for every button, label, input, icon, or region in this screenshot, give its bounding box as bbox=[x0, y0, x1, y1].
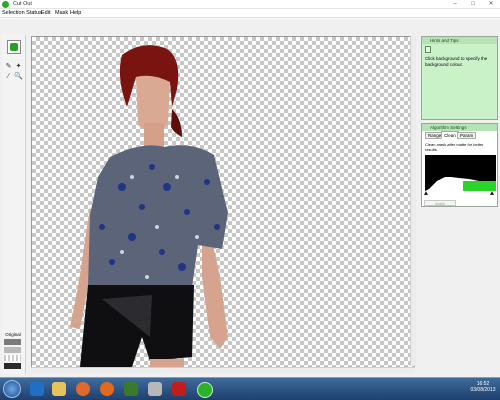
image-canvas[interactable] bbox=[31, 36, 415, 372]
tab-param[interactable]: Param bbox=[457, 132, 477, 139]
folder-icon[interactable] bbox=[52, 382, 66, 396]
close-button[interactable]: ✕ bbox=[482, 0, 500, 8]
hint-icon bbox=[425, 46, 431, 53]
hints-panel-body: Click background to specify the backgrou… bbox=[422, 44, 497, 119]
algorithm-panel-body: Range Clean Param Clean mask after matte… bbox=[422, 131, 497, 206]
taskbar: 16:52 03/08/2013 bbox=[0, 377, 500, 400]
clock: 16:52 03/08/2013 bbox=[470, 381, 496, 393]
lasso-icon[interactable]: ✦ bbox=[14, 62, 23, 71]
acrobat-icon[interactable] bbox=[172, 382, 186, 396]
window-title: Cut Out bbox=[13, 1, 32, 7]
apply-button[interactable]: Apply bbox=[424, 200, 456, 206]
menu-edit[interactable]: Edit bbox=[41, 10, 50, 16]
menu-bar: Selection Status Edit Mask Help bbox=[0, 9, 500, 18]
minimize-button[interactable]: – bbox=[446, 0, 464, 8]
left-toolbar: ✎ ✦ ∕ 🔍 Original bbox=[2, 34, 26, 374]
view-transparent-swatch[interactable] bbox=[4, 355, 21, 361]
hints-panel: Hints and Tips Click background to speci… bbox=[421, 36, 498, 120]
clock-date: 03/08/2013 bbox=[470, 387, 496, 393]
cutout-taskbar-icon[interactable] bbox=[197, 382, 213, 398]
start-button-icon[interactable] bbox=[3, 380, 21, 398]
title-bar: Cut Out – □ ✕ bbox=[0, 0, 500, 9]
status-label: Original bbox=[5, 332, 21, 337]
low-threshold-slider[interactable] bbox=[424, 191, 428, 195]
cutout-subject-image bbox=[70, 45, 228, 371]
menu-mask[interactable]: Mask bbox=[55, 10, 68, 16]
high-threshold-slider[interactable] bbox=[490, 191, 494, 195]
maximize-button[interactable]: □ bbox=[464, 0, 482, 8]
menu-selection-status[interactable]: Selection Status bbox=[2, 10, 42, 16]
app-logo-icon bbox=[2, 1, 9, 8]
histogram-graph bbox=[425, 177, 496, 191]
zoom-icon[interactable]: 🔍 bbox=[14, 72, 23, 81]
algorithm-panel: Algorithm Settings Range Clean Param Cle… bbox=[421, 123, 498, 207]
pen-icon[interactable]: ✎ bbox=[4, 62, 13, 71]
firefox-icon[interactable] bbox=[100, 382, 114, 396]
hint-text: Click background to specify the backgrou… bbox=[425, 56, 488, 67]
app-icon[interactable] bbox=[124, 382, 138, 396]
view-mask-swatch[interactable] bbox=[4, 347, 21, 353]
select-background-tool[interactable] bbox=[7, 40, 21, 54]
vertical-scrollbar[interactable] bbox=[410, 36, 416, 366]
horizontal-scrollbar[interactable] bbox=[31, 367, 415, 373]
view-original-swatch[interactable] bbox=[4, 339, 21, 345]
view-dark-swatch[interactable] bbox=[4, 363, 21, 369]
checker-green-icon bbox=[10, 43, 18, 51]
ie-icon[interactable] bbox=[30, 382, 44, 396]
media-player-icon[interactable] bbox=[76, 382, 90, 396]
brush-icon[interactable]: ∕ bbox=[4, 72, 13, 81]
menu-help[interactable]: Help bbox=[70, 10, 81, 16]
histogram bbox=[425, 155, 496, 191]
hints-panel-header: Hints and Tips bbox=[422, 37, 497, 44]
algorithm-panel-header: Algorithm Settings bbox=[422, 124, 497, 131]
image-icon[interactable] bbox=[148, 382, 162, 396]
clean-description: Clean mask after matte for better result… bbox=[425, 142, 484, 152]
